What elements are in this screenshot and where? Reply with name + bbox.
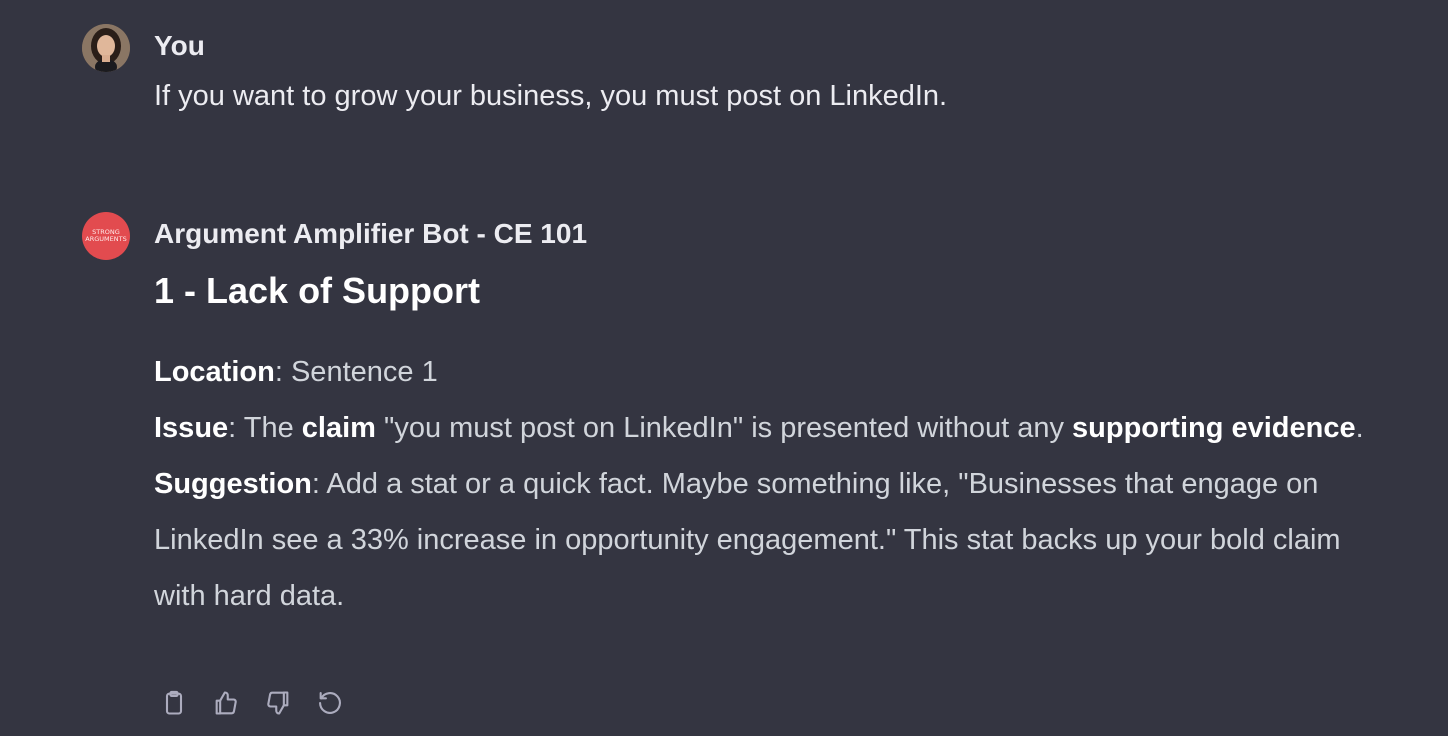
thumbs-up-button[interactable] <box>211 688 241 718</box>
issue-label: Issue <box>154 412 229 444</box>
regenerate-button[interactable] <box>315 688 345 718</box>
user-photo-avatar-icon <box>82 24 130 72</box>
suggestion-text: Add a stat or a quick fact. Maybe someth… <box>154 468 1341 612</box>
suggestion-line: Suggestion: Add a stat or a quick fact. … <box>154 456 1394 624</box>
location-label: Location <box>154 356 275 388</box>
bot-author: Argument Amplifier Bot - CE 101 <box>154 218 588 249</box>
location-sep: : <box>274 356 291 388</box>
regenerate-icon <box>319 692 341 714</box>
thumbs-down-button[interactable] <box>263 688 293 718</box>
issue-line: Issue: The claim "you must post on Linke… <box>154 400 1394 456</box>
issue-bold-claim: claim <box>301 412 376 444</box>
suggestion-sep: : <box>311 468 327 500</box>
issue-bold-evidence: supporting evidence <box>1072 412 1356 444</box>
user-avatar <box>82 24 130 72</box>
user-message-text: If you want to grow your business, you m… <box>154 80 948 112</box>
location-value: Sentence 1 <box>290 356 438 388</box>
response-body: Location: Sentence 1 Issue: The claim "y… <box>154 344 1394 624</box>
suggestion-label: Suggestion <box>154 468 312 500</box>
location-line: Location: Sentence 1 <box>154 344 1394 400</box>
bot-avatar-line2: ARGUMENTS <box>85 235 127 243</box>
issue-text-2: "you must post on LinkedIn" is presented… <box>375 412 1073 444</box>
strong-arguments-logo-icon: STRONG ARGUMENTS <box>82 212 130 260</box>
issue-sep: : <box>228 412 244 444</box>
clipboard-icon <box>165 690 183 715</box>
thumbs-up-icon <box>215 691 237 715</box>
issue-text-1: The <box>243 412 302 444</box>
response-heading: 1 - Lack of Support <box>154 270 481 311</box>
bot-avatar: STRONG ARGUMENTS <box>82 212 130 260</box>
user-author: You <box>154 30 205 61</box>
message-actions <box>159 688 345 718</box>
thumbs-down-icon <box>267 691 289 715</box>
issue-text-3: . <box>1355 412 1364 444</box>
copy-button[interactable] <box>159 688 189 718</box>
